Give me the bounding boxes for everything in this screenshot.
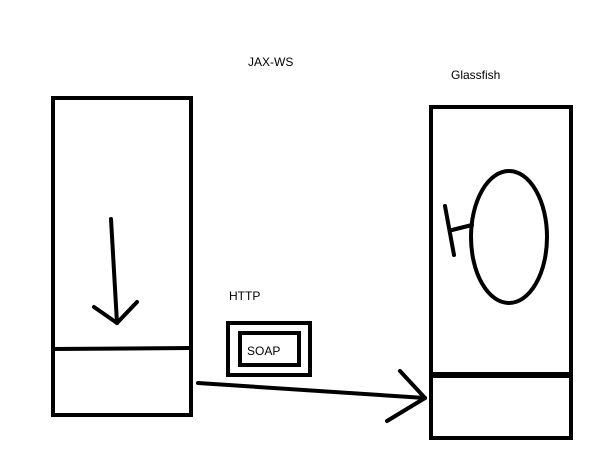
http-label: HTTP (229, 289, 260, 303)
glassfish-label: Glassfish (451, 68, 500, 82)
jax-ws-label: JAX-WS (248, 55, 293, 69)
architecture-diagram: JAX-WS Glassfish HTTP SOAP (0, 0, 614, 460)
client-box-divider (52, 346, 192, 351)
soap-label: SOAP (247, 344, 280, 358)
